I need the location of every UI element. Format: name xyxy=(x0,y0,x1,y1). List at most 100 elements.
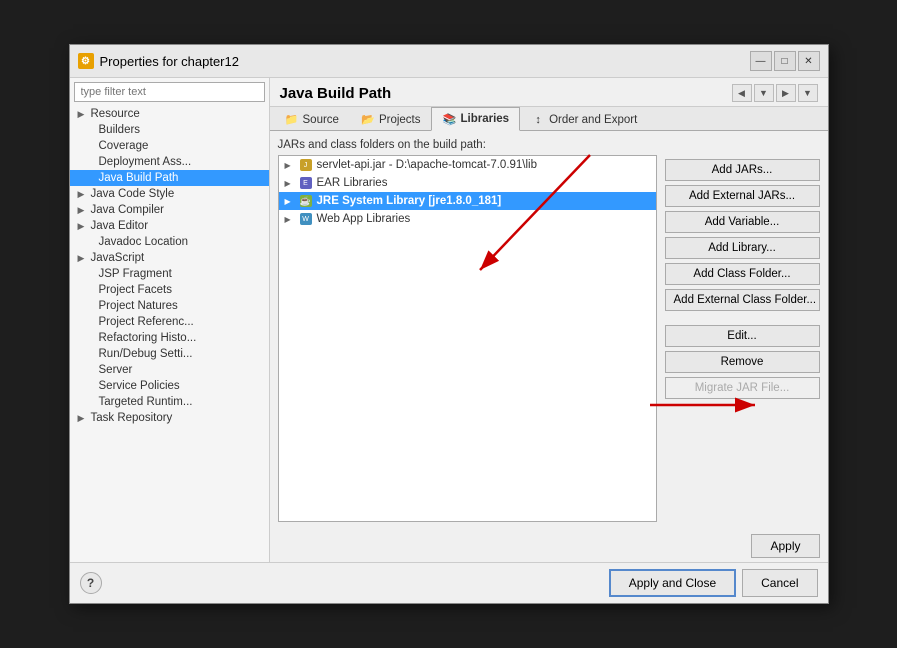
action-button-edit-[interactable]: Edit... xyxy=(665,325,820,347)
sidebar-item[interactable]: Run/Debug Setti... xyxy=(70,346,269,362)
action-button-add-variable-[interactable]: Add Variable... xyxy=(665,211,820,233)
footer-row: ? Apply and Close Cancel xyxy=(70,563,828,603)
sidebar-item-label: Java Build Path xyxy=(99,172,179,184)
tab-order-and-export[interactable]: ↕Order and Export xyxy=(520,107,648,131)
tab-icon: 📂 xyxy=(361,113,375,127)
sidebar-item[interactable]: ▶Java Code Style xyxy=(70,186,269,202)
tab-icon: ↕ xyxy=(531,113,545,127)
tab-content: JARs and class folders on the build path… xyxy=(270,131,828,530)
sidebar-item[interactable]: Server xyxy=(70,362,269,378)
dialog-icon: ⚙ xyxy=(78,53,94,69)
sidebar-item[interactable]: ▶Task Repository xyxy=(70,410,269,426)
sidebar-item[interactable]: ▶Java Compiler xyxy=(70,202,269,218)
sidebar-item-label: Refactoring Histo... xyxy=(99,332,197,344)
sidebar-item[interactable]: Project Referenc... xyxy=(70,314,269,330)
expand-icon: ▶ xyxy=(78,413,88,424)
nav-dropdown-button[interactable]: ▼ xyxy=(754,84,774,102)
filter-input[interactable] xyxy=(74,82,265,102)
expand-icon: ▶ xyxy=(78,221,88,232)
sidebar-item[interactable]: Refactoring Histo... xyxy=(70,330,269,346)
cancel-button[interactable]: Cancel xyxy=(742,569,817,597)
sidebar-item[interactable]: Coverage xyxy=(70,138,269,154)
expand-icon: ▶ xyxy=(285,197,295,206)
action-button-add-jars-[interactable]: Add JARs... xyxy=(665,159,820,181)
buttons-panel: Add JARs... Add External JARs... Add Varia… xyxy=(665,139,820,522)
sidebar: ▶ResourceBuildersCoverageDeployment Ass.… xyxy=(70,78,270,562)
sidebar-item[interactable]: JSP Fragment xyxy=(70,266,269,282)
sidebar-item-label: Server xyxy=(99,364,133,376)
sidebar-item-label: Java Compiler xyxy=(91,204,165,216)
maximize-button[interactable]: □ xyxy=(774,51,796,71)
content-header: Java Build Path ◀ ▼ ▶ ▼ xyxy=(270,78,828,107)
library-item[interactable]: ▶ E EAR Libraries xyxy=(279,174,656,192)
titlebar-buttons: — □ ✕ xyxy=(750,51,820,71)
library-item[interactable]: ▶ W Web App Libraries xyxy=(279,210,656,228)
library-label: JRE System Library [jre1.8.0_181] xyxy=(317,195,502,207)
libraries-panel: JARs and class folders on the build path… xyxy=(278,139,657,522)
sidebar-item[interactable]: Java Build Path xyxy=(70,170,269,186)
jre-icon: ☕ xyxy=(299,194,313,208)
main-content: Java Build Path ◀ ▼ ▶ ▼ 📁Source 📂 Projects… xyxy=(270,78,828,562)
sidebar-item[interactable]: Project Facets xyxy=(70,282,269,298)
tab-label: Projects xyxy=(379,114,421,126)
sidebar-item[interactable]: ▶JavaScript xyxy=(70,250,269,266)
sidebar-item[interactable]: ▶Java Editor xyxy=(70,218,269,234)
sidebar-item-label: Deployment Ass... xyxy=(99,156,192,168)
sidebar-item[interactable]: Targeted Runtim... xyxy=(70,394,269,410)
sidebar-item-label: Java Code Style xyxy=(91,188,175,200)
action-button-remove[interactable]: Remove xyxy=(665,351,820,373)
sidebar-item[interactable]: Builders xyxy=(70,122,269,138)
library-item[interactable]: ▶ ☕ JRE System Library [jre1.8.0_181] xyxy=(279,192,656,210)
apply-button[interactable]: Apply xyxy=(751,534,819,558)
nav-dropdown2-button[interactable]: ▼ xyxy=(798,84,818,102)
sidebar-item-label: Builders xyxy=(99,124,141,136)
tab-icon: 📚 xyxy=(442,112,456,126)
sidebar-item[interactable]: Project Natures xyxy=(70,298,269,314)
tab-projects[interactable]: 📂 Projects xyxy=(350,107,432,131)
sidebar-item-label: Project Referenc... xyxy=(99,316,194,328)
ear-icon: E xyxy=(299,176,313,190)
library-label: servlet-api.jar - D:\apache-tomcat-7.0.9… xyxy=(317,159,538,171)
expand-icon: ▶ xyxy=(78,109,88,120)
action-button-add-external-class-folder-[interactable]: Add External Class Folder... xyxy=(665,289,820,311)
footer-buttons: Apply and Close Cancel xyxy=(609,569,818,597)
dialog-body: ▶ResourceBuildersCoverageDeployment Ass.… xyxy=(70,78,828,562)
sidebar-item-label: Project Facets xyxy=(99,284,173,296)
expand-icon: ▶ xyxy=(285,161,295,170)
tab-source[interactable]: 📁Source xyxy=(274,107,350,131)
sidebar-item[interactable]: Deployment Ass... xyxy=(70,154,269,170)
apply-close-button[interactable]: Apply and Close xyxy=(609,569,736,597)
tab-label: Libraries xyxy=(460,113,509,125)
action-button-add-external-jars-[interactable]: Add External JARs... xyxy=(665,185,820,207)
dialog-title: Properties for chapter12 xyxy=(100,54,239,69)
back-button[interactable]: ◀ xyxy=(732,84,752,102)
action-button-add-library-[interactable]: Add Library... xyxy=(665,237,820,259)
sidebar-item[interactable]: Service Policies xyxy=(70,378,269,394)
sidebar-item[interactable]: ▶Resource xyxy=(70,106,269,122)
sidebar-item-label: Service Policies xyxy=(99,380,180,392)
tree-panel-label: JARs and class folders on the build path… xyxy=(278,139,657,151)
action-button-add-class-folder-[interactable]: Add Class Folder... xyxy=(665,263,820,285)
help-button[interactable]: ? xyxy=(80,572,102,594)
button-separator xyxy=(665,315,820,321)
sidebar-item-label: JSP Fragment xyxy=(99,268,172,280)
forward-button[interactable]: ▶ xyxy=(776,84,796,102)
library-item[interactable]: ▶Jservlet-api.jar - D:\apache-tomcat-7.0… xyxy=(279,156,656,174)
minimize-button[interactable]: — xyxy=(750,51,772,71)
sidebar-item-label: Project Natures xyxy=(99,300,178,312)
expand-icon: ▶ xyxy=(285,215,295,224)
sidebar-item[interactable]: Javadoc Location xyxy=(70,234,269,250)
library-label: EAR Libraries xyxy=(317,177,388,189)
sidebar-tree: ▶ResourceBuildersCoverageDeployment Ass.… xyxy=(70,106,269,562)
expand-icon: ▶ xyxy=(285,179,295,188)
web-icon: W xyxy=(299,212,313,226)
sidebar-item-label: Run/Debug Setti... xyxy=(99,348,193,360)
sidebar-item-label: Java Editor xyxy=(91,220,149,232)
close-button[interactable]: ✕ xyxy=(798,51,820,71)
tab-libraries[interactable]: 📚 Libraries xyxy=(431,107,520,131)
apply-row: Apply xyxy=(270,530,828,562)
titlebar-left: ⚙ Properties for chapter12 xyxy=(78,53,239,69)
tab-label: Source xyxy=(303,114,339,126)
library-label: Web App Libraries xyxy=(317,213,411,225)
sidebar-item-label: Resource xyxy=(91,108,140,120)
